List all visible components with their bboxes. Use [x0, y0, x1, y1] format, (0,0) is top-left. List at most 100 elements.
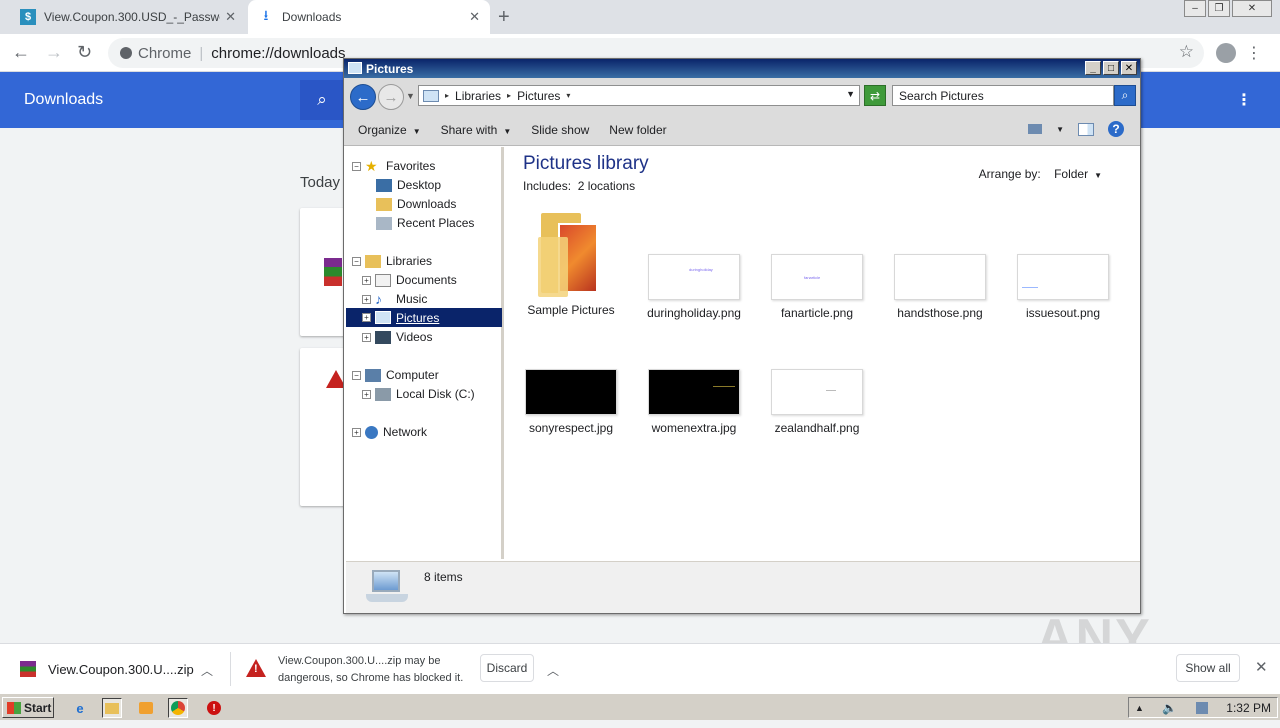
nav-music[interactable]: + ♪ Music — [362, 290, 427, 308]
search-icon[interactable]: ⌕ — [1114, 85, 1136, 106]
media-player-icon[interactable] — [136, 698, 156, 718]
file-name: issuesout.png — [1025, 306, 1101, 320]
file-item[interactable]: Sample Pictures — [516, 207, 626, 317]
minimize-icon[interactable]: ‒ — [1184, 0, 1206, 17]
image-thumbnail — [1017, 254, 1109, 300]
restore-icon[interactable]: ❐ — [1208, 0, 1230, 17]
expand-icon[interactable]: + — [362, 389, 371, 399]
refresh-icon[interactable]: ⇄ — [864, 85, 886, 106]
download-item[interactable]: View.Coupon.300.U....zip — [20, 661, 194, 677]
tray-expand-icon[interactable]: ▲ — [1135, 703, 1144, 713]
tab-coupon[interactable]: $ View.Coupon.300.USD_-_Password... ✕ — [10, 0, 246, 34]
nav-recent-places[interactable]: Recent Places — [376, 214, 474, 232]
close-icon[interactable]: ✕ — [1255, 658, 1268, 676]
share-with-button[interactable]: Share with ▼ — [441, 123, 512, 137]
menu-kebab-icon[interactable]: ⋮ — [1246, 43, 1262, 63]
tab-close-icon[interactable]: ✕ — [469, 9, 480, 25]
nav-desktop[interactable]: Desktop — [376, 176, 441, 194]
expand-icon[interactable]: + — [352, 427, 361, 437]
close-icon[interactable]: ✕ — [1121, 61, 1137, 75]
file-item[interactable]: handsthose.png — [885, 254, 995, 320]
chevron-up-icon[interactable]: ︿ — [547, 662, 559, 679]
discard-button[interactable]: Discard — [480, 654, 534, 682]
file-name: womenextra.jpg — [651, 421, 737, 435]
reload-icon[interactable]: ↻ — [77, 42, 92, 63]
internet-explorer-icon[interactable]: e — [70, 698, 90, 718]
organize-button[interactable]: Organize ▼ — [358, 123, 421, 137]
minimize-icon[interactable]: _ — [1085, 61, 1101, 75]
thumb-text: duringholiday — [689, 267, 713, 272]
nav-local-disk[interactable]: + Local Disk (C:) — [362, 385, 475, 403]
file-item[interactable]: fanarticle fanarticle.png — [762, 254, 872, 320]
tab-downloads[interactable]: ⭳ Downloads ✕ — [248, 0, 490, 34]
tab-close-icon[interactable]: ✕ — [225, 9, 236, 25]
archive-icon — [20, 661, 36, 677]
search-icon[interactable]: ⌕ — [300, 80, 344, 120]
recent-pages-chevron-icon[interactable]: ▼ — [406, 91, 415, 101]
window-titlebar[interactable]: Pictures _ □ ✕ — [344, 59, 1140, 78]
arrange-dropdown[interactable]: Folder ▼ — [1054, 167, 1102, 181]
nav-libraries[interactable]: − Libraries — [352, 252, 432, 270]
nav-favorites[interactable]: − ★ Favorites — [352, 157, 435, 175]
nav-videos[interactable]: + Videos — [362, 328, 432, 346]
nav-pictures[interactable]: + Pictures — [346, 308, 502, 327]
locations-link[interactable]: 2 locations — [578, 179, 635, 193]
back-icon[interactable]: ← — [12, 42, 30, 63]
file-item[interactable]: duringholiday duringholiday.png — [639, 254, 749, 320]
file-item[interactable]: issuesout.png — [1008, 254, 1118, 320]
view-dropdown-icon[interactable]: ▼ — [1056, 125, 1064, 134]
new-folder-button[interactable]: New folder — [609, 123, 666, 137]
file-item[interactable]: sonyrespect.jpg — [516, 369, 626, 435]
change-view-icon[interactable] — [1028, 124, 1043, 134]
volume-icon[interactable]: 🔈 — [1162, 701, 1177, 715]
chevron-up-icon[interactable]: ︿ — [201, 662, 213, 679]
arrange-by: Arrange by: Folder ▼ — [979, 167, 1102, 181]
breadcrumb-bar[interactable]: ▸ Libraries ▸ Pictures ▾ ▼ — [418, 85, 860, 106]
expand-icon[interactable]: + — [362, 313, 371, 322]
help-icon[interactable]: ? — [1108, 121, 1124, 137]
nav-computer[interactable]: − Computer — [352, 366, 439, 384]
more-actions-icon[interactable]: ⋮ — [1236, 90, 1252, 110]
network-icon — [365, 425, 378, 439]
file-item[interactable]: womenextra.jpg — [639, 369, 749, 435]
chrome-taskbar-icon[interactable] — [168, 698, 188, 718]
nav-network[interactable]: + Network — [352, 423, 427, 441]
star-icon: ★ — [365, 157, 378, 174]
expand-icon[interactable]: + — [362, 294, 371, 304]
forward-icon[interactable]: → — [45, 42, 63, 63]
forward-arrow-icon[interactable]: → — [378, 84, 404, 110]
clock[interactable]: 1:32 PM — [1226, 701, 1271, 715]
maximize-icon[interactable]: □ — [1103, 61, 1119, 75]
nav-downloads[interactable]: Downloads — [376, 195, 456, 213]
explorer-taskbar-icon[interactable] — [102, 698, 122, 718]
chevron-down-icon[interactable]: ▾ — [566, 91, 570, 100]
back-arrow-icon[interactable]: ← — [350, 84, 376, 110]
show-all-button[interactable]: Show all — [1176, 654, 1240, 682]
expand-icon[interactable]: + — [362, 275, 371, 285]
start-button[interactable]: Start — [2, 697, 54, 718]
preview-pane-icon[interactable] — [1078, 122, 1094, 136]
collapse-icon[interactable]: − — [352, 256, 361, 266]
stop-icon[interactable]: ! — [204, 698, 224, 718]
file-item[interactable]: zealandhalf.png — [762, 369, 872, 435]
chevron-right-icon[interactable]: ▸ — [445, 91, 449, 100]
nav-documents[interactable]: + Documents — [362, 271, 457, 289]
address-dropdown-icon[interactable]: ▼ — [846, 89, 855, 99]
image-thumbnail — [648, 369, 740, 415]
collapse-icon[interactable]: − — [352, 370, 361, 380]
image-thumbnail — [525, 369, 617, 415]
network-tray-icon[interactable] — [1195, 701, 1208, 714]
search-input[interactable]: Search Pictures — [892, 85, 1114, 106]
expand-icon[interactable]: + — [362, 332, 371, 342]
breadcrumb-pictures[interactable]: Pictures — [517, 89, 560, 103]
close-icon[interactable]: ✕ — [1232, 0, 1272, 17]
slide-show-button[interactable]: Slide show — [531, 123, 589, 137]
chevron-right-icon[interactable]: ▸ — [507, 91, 511, 100]
new-tab-icon[interactable]: + — [498, 6, 510, 29]
collapse-icon[interactable]: − — [352, 161, 361, 171]
bookmark-star-icon[interactable]: ☆ — [1179, 42, 1194, 62]
breadcrumb-libraries[interactable]: Libraries — [455, 89, 501, 103]
file-name: duringholiday.png — [647, 306, 741, 320]
profile-avatar[interactable] — [1216, 43, 1236, 63]
item-count: 8 items — [424, 570, 463, 584]
